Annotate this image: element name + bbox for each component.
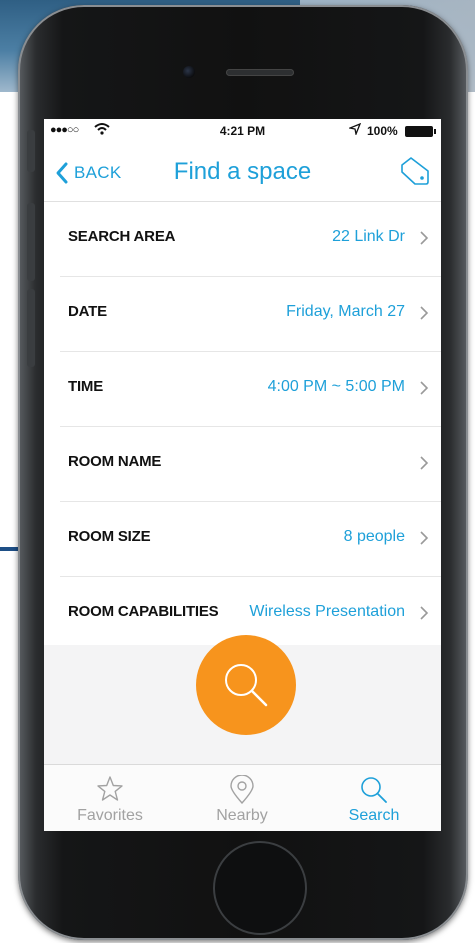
row-label: ROOM CAPABILITIES: [68, 603, 219, 620]
row-label: TIME: [68, 378, 104, 395]
tab-label: Search: [348, 807, 400, 824]
chevron-right-icon: [420, 231, 429, 245]
star-icon: [97, 776, 123, 801]
row-label: DATE: [68, 303, 107, 320]
status-bar: ●●●○○ 4:21 PM 100%: [44, 119, 441, 143]
page-title: Find a space: [173, 158, 312, 185]
chevron-right-icon: [420, 606, 429, 620]
row-value: 22 Link Dr: [332, 228, 405, 245]
mute-switch: [27, 130, 35, 172]
search-criteria-list: SEARCH AREA 22 Link Dr DATE Friday, Marc…: [44, 202, 441, 645]
row-label: SEARCH AREA: [68, 228, 176, 245]
tab-favorites[interactable]: Favorites: [44, 765, 176, 831]
search-button[interactable]: [196, 635, 296, 735]
row-search-area[interactable]: SEARCH AREA 22 Link Dr: [60, 202, 441, 277]
battery-icon: [405, 126, 436, 137]
front-camera: [183, 66, 195, 78]
tab-bar: Favorites Nearby Search: [44, 764, 441, 831]
location-arrow-icon: [347, 122, 362, 138]
row-time[interactable]: TIME 4:00 PM ~ 5:00 PM: [60, 352, 441, 427]
battery-percentage: 100%: [367, 124, 398, 138]
tag-icon[interactable]: [399, 156, 431, 186]
tab-search[interactable]: Search: [308, 765, 440, 831]
tab-nearby[interactable]: Nearby: [176, 765, 308, 831]
earpiece-speaker: [226, 69, 294, 76]
row-label: ROOM SIZE: [68, 528, 151, 545]
navigation-bar: BACK Find a space: [44, 143, 441, 202]
chevron-right-icon: [420, 456, 429, 470]
volume-up-button: [27, 203, 35, 281]
location-pin-icon: [230, 775, 254, 805]
chevron-right-icon: [420, 381, 429, 395]
volume-down-button: [27, 289, 35, 367]
search-icon: [361, 777, 387, 803]
chevron-right-icon: [420, 531, 429, 545]
row-value: Wireless Presentation: [249, 603, 405, 620]
chevron-right-icon: [420, 306, 429, 320]
row-value: 8 people: [343, 528, 405, 545]
background-accent-line: [0, 547, 20, 551]
row-value: 4:00 PM ~ 5:00 PM: [267, 378, 405, 395]
row-room-size[interactable]: ROOM SIZE 8 people: [60, 502, 441, 577]
row-date[interactable]: DATE Friday, March 27: [60, 277, 441, 352]
row-room-name[interactable]: ROOM NAME: [60, 427, 441, 502]
app-screen: ●●●○○ 4:21 PM 100% BACK Find a space SEA…: [44, 119, 441, 831]
row-value: Friday, March 27: [286, 303, 405, 320]
home-button[interactable]: [213, 841, 307, 935]
tab-label: Favorites: [77, 807, 143, 824]
row-label: ROOM NAME: [68, 453, 162, 470]
search-icon: [225, 664, 268, 707]
tab-label: Nearby: [216, 807, 268, 824]
